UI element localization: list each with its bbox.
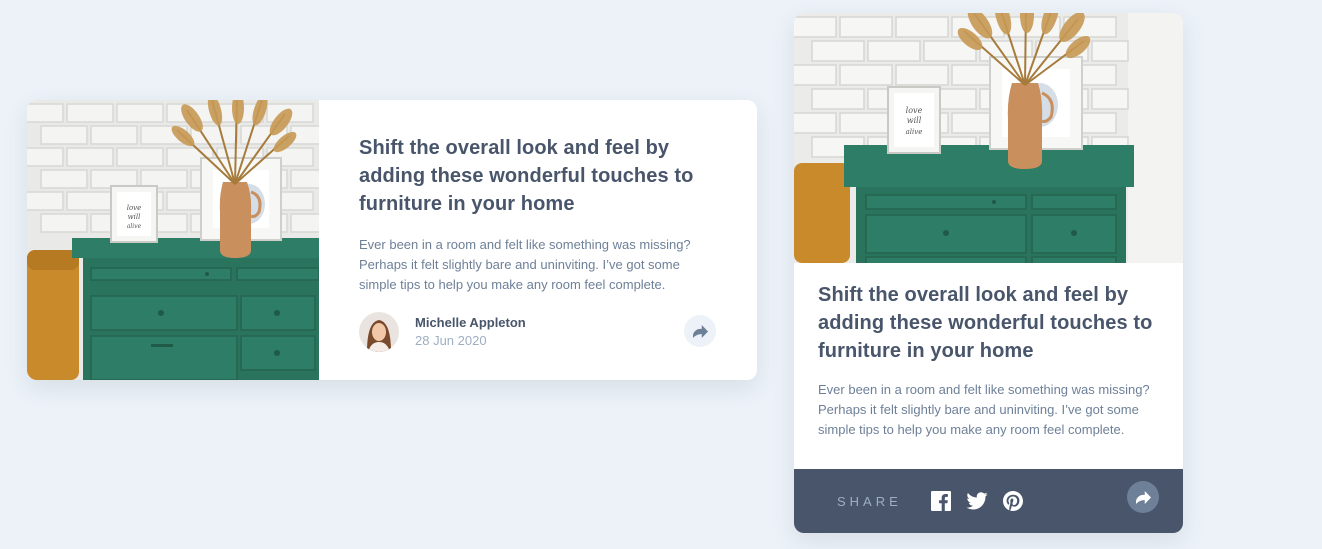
- drawers-photo-mobile: love will alive: [794, 13, 1183, 263]
- author-info: Michelle Appleton 28 Jun 2020: [359, 312, 526, 352]
- share-panel: SHARE: [794, 469, 1183, 533]
- drawers-illustration: love will alive: [27, 100, 319, 380]
- share-arrow-icon: [1135, 490, 1151, 504]
- article-body-mobile: Shift the overall look and feel by addin…: [794, 263, 1183, 440]
- drawers-illustration-mobile: love will alive: [794, 13, 1183, 263]
- svg-text:alive: alive: [906, 128, 923, 136]
- svg-text:alive: alive: [127, 223, 142, 230]
- pinterest-icon[interactable]: [1002, 490, 1024, 512]
- drawers-photo: love will alive: [27, 100, 319, 380]
- share-button[interactable]: [684, 315, 716, 347]
- twitter-icon[interactable]: [966, 490, 988, 512]
- author-avatar: [359, 312, 399, 352]
- share-button-active[interactable]: [1127, 481, 1159, 513]
- author-name: Michelle Appleton: [415, 315, 526, 330]
- article-excerpt-mobile: Ever been in a room and felt like someth…: [818, 382, 1150, 437]
- avatar-image: [359, 312, 399, 352]
- article-excerpt: Ever been in a room and felt like someth…: [359, 237, 691, 292]
- svg-text:love: love: [127, 204, 142, 212]
- article-title-mobile[interactable]: Shift the overall look and feel by addin…: [818, 281, 1159, 365]
- publish-date: 28 Jun 2020: [415, 333, 487, 348]
- svg-text:will: will: [128, 213, 141, 221]
- article-preview-card-mobile: love will alive Shift the overall look a…: [794, 13, 1183, 533]
- svg-text:will: will: [907, 116, 922, 125]
- article-preview-card-desktop: love will alive Shift the overall look a…: [27, 100, 757, 380]
- article-body: Shift the overall look and feel by addin…: [319, 100, 757, 380]
- share-label: SHARE: [837, 493, 902, 509]
- facebook-icon[interactable]: [930, 490, 952, 512]
- svg-text:love: love: [906, 106, 923, 115]
- share-arrow-icon: [692, 324, 708, 338]
- article-title[interactable]: Shift the overall look and feel by addin…: [359, 134, 717, 218]
